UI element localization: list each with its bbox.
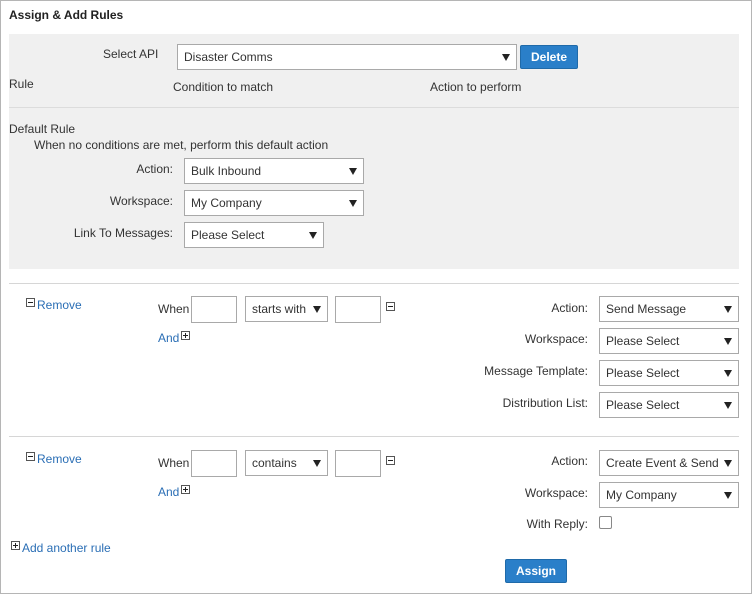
chevron-down-icon <box>313 306 321 313</box>
remove-rule-2-link[interactable]: Remove <box>37 452 82 466</box>
condition-column-header: Condition to match <box>173 80 274 94</box>
collapse-icon[interactable] <box>26 452 35 461</box>
assign-button[interactable]: Assign <box>505 559 567 583</box>
rule-1-when-label: When <box>158 302 190 316</box>
rule-1-template-value: Please Select <box>606 366 680 380</box>
add-rule-icon[interactable] <box>11 541 20 550</box>
rule-2-when-label: When <box>158 456 190 470</box>
page-title: Assign & Add Rules <box>9 8 124 22</box>
chevron-down-icon <box>724 492 732 499</box>
rule-1-action-label: Action: <box>551 301 588 315</box>
rule-1-and-link[interactable]: And <box>158 331 179 345</box>
rule-1-operator-select[interactable]: starts with <box>245 296 328 322</box>
default-rule-heading: Default Rule <box>9 122 76 136</box>
rule-1-workspace-label: Workspace: <box>524 332 588 346</box>
api-select[interactable]: Disaster Comms <box>177 44 517 70</box>
delete-button[interactable]: Delete <box>520 45 578 69</box>
api-select-value: Disaster Comms <box>184 50 273 64</box>
rule-2-workspace-select[interactable]: My Company <box>599 482 739 508</box>
rule-column-header: Rule <box>9 77 34 91</box>
link-to-messages-select[interactable]: Please Select <box>184 222 324 248</box>
chevron-down-icon <box>724 370 732 377</box>
default-workspace-label: Workspace: <box>109 194 173 208</box>
rule-2-reply-label: With Reply: <box>526 517 588 531</box>
default-workspace-select[interactable]: My Company <box>184 190 364 216</box>
rule-2-action-label: Action: <box>551 454 588 468</box>
chevron-down-icon <box>309 232 317 239</box>
rule-divider <box>9 283 739 284</box>
rule-1-condition-value-input[interactable] <box>335 296 381 323</box>
rule-1-template-select[interactable]: Please Select <box>599 360 739 386</box>
rule-1-condition-field-input[interactable] <box>191 296 237 323</box>
add-condition-icon[interactable] <box>181 485 190 494</box>
panel-divider <box>9 107 739 108</box>
add-another-rule-link[interactable]: Add another rule <box>22 541 111 555</box>
rule-1-template-label: Message Template: <box>484 364 588 378</box>
default-action-label: Action: <box>136 162 173 176</box>
link-to-messages-value: Please Select <box>191 228 265 242</box>
default-action-select[interactable]: Bulk Inbound <box>184 158 364 184</box>
add-condition-icon[interactable] <box>181 331 190 340</box>
rule-2-action-value: Create Event & Send <box>606 456 719 470</box>
rule-divider <box>9 436 739 437</box>
chevron-down-icon <box>313 460 321 467</box>
chevron-down-icon <box>724 402 732 409</box>
chevron-down-icon <box>349 168 357 175</box>
with-reply-checkbox[interactable] <box>599 516 612 529</box>
rule-1-action-value: Send Message <box>606 302 687 316</box>
chevron-down-icon <box>724 460 732 467</box>
rule-2-and-link[interactable]: And <box>158 485 179 499</box>
rule-2-condition-field-input[interactable] <box>191 450 237 477</box>
rule-2-operator-select[interactable]: contains <box>245 450 328 476</box>
chevron-down-icon <box>502 54 510 61</box>
rule-1-workspace-select[interactable]: Please Select <box>599 328 739 354</box>
rule-2-condition-value-input[interactable] <box>335 450 381 477</box>
select-api-label: Select API <box>103 47 159 61</box>
rule-2-workspace-label: Workspace: <box>524 486 588 500</box>
collapse-icon[interactable] <box>26 298 35 307</box>
rule-1-workspace-value: Please Select <box>606 334 680 348</box>
rule-2-action-select[interactable]: Create Event & Send <box>599 450 739 476</box>
action-column-header: Action to perform <box>430 80 522 94</box>
rule-2-workspace-value: My Company <box>606 488 677 502</box>
remove-rule-1-link[interactable]: Remove <box>37 298 82 312</box>
rule-1-distribution-value: Please Select <box>606 398 680 412</box>
default-workspace-value: My Company <box>191 196 262 210</box>
remove-condition-icon[interactable] <box>386 302 395 311</box>
rule-1-action-select[interactable]: Send Message <box>599 296 739 322</box>
chevron-down-icon <box>724 338 732 345</box>
remove-condition-icon[interactable] <box>386 456 395 465</box>
chevron-down-icon <box>724 306 732 313</box>
default-rule-description: When no conditions are met, perform this… <box>34 138 329 152</box>
rule-1-operator-value: starts with <box>252 302 307 316</box>
rule-2-operator-value: contains <box>252 456 297 470</box>
default-action-value: Bulk Inbound <box>191 164 262 178</box>
rule-1-distribution-select[interactable]: Please Select <box>599 392 739 418</box>
chevron-down-icon <box>349 200 357 207</box>
rule-1-distribution-label: Distribution List: <box>502 396 588 410</box>
link-to-messages-label: Link To Messages: <box>73 226 173 240</box>
